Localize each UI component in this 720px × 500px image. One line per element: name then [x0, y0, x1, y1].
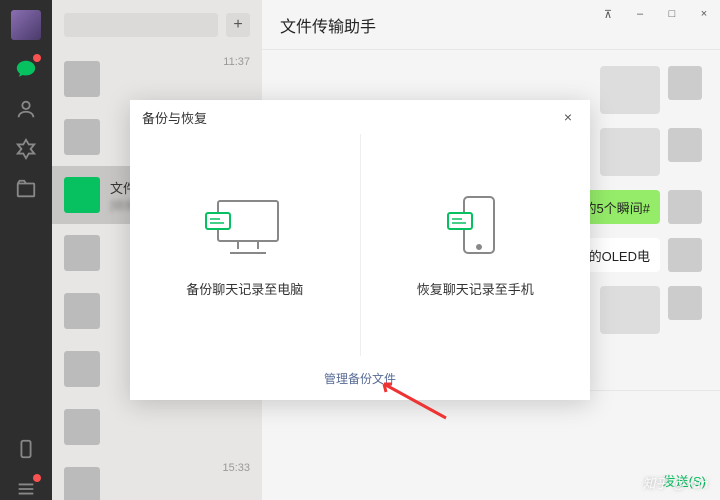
- restore-to-phone-option[interactable]: 恢复聊天记录至手机: [361, 134, 591, 356]
- modal-header: 备份与恢复 ×: [130, 100, 590, 134]
- manage-backup-link[interactable]: 管理备份文件: [324, 370, 396, 387]
- backup-restore-modal: 备份与恢复 × 备份聊天记录至电脑: [130, 100, 590, 400]
- backup-to-computer-option[interactable]: 备份聊天记录至电脑: [130, 134, 361, 356]
- phone-restore-icon: [430, 193, 520, 261]
- computer-icon: [200, 193, 290, 261]
- backup-option-label: 备份聊天记录至电脑: [186, 279, 303, 298]
- modal-backdrop: 备份与恢复 × 备份聊天记录至电脑: [0, 0, 720, 500]
- restore-option-label: 恢复聊天记录至手机: [417, 279, 534, 298]
- modal-title: 备份与恢复: [142, 108, 207, 127]
- modal-close-button[interactable]: ×: [558, 107, 578, 127]
